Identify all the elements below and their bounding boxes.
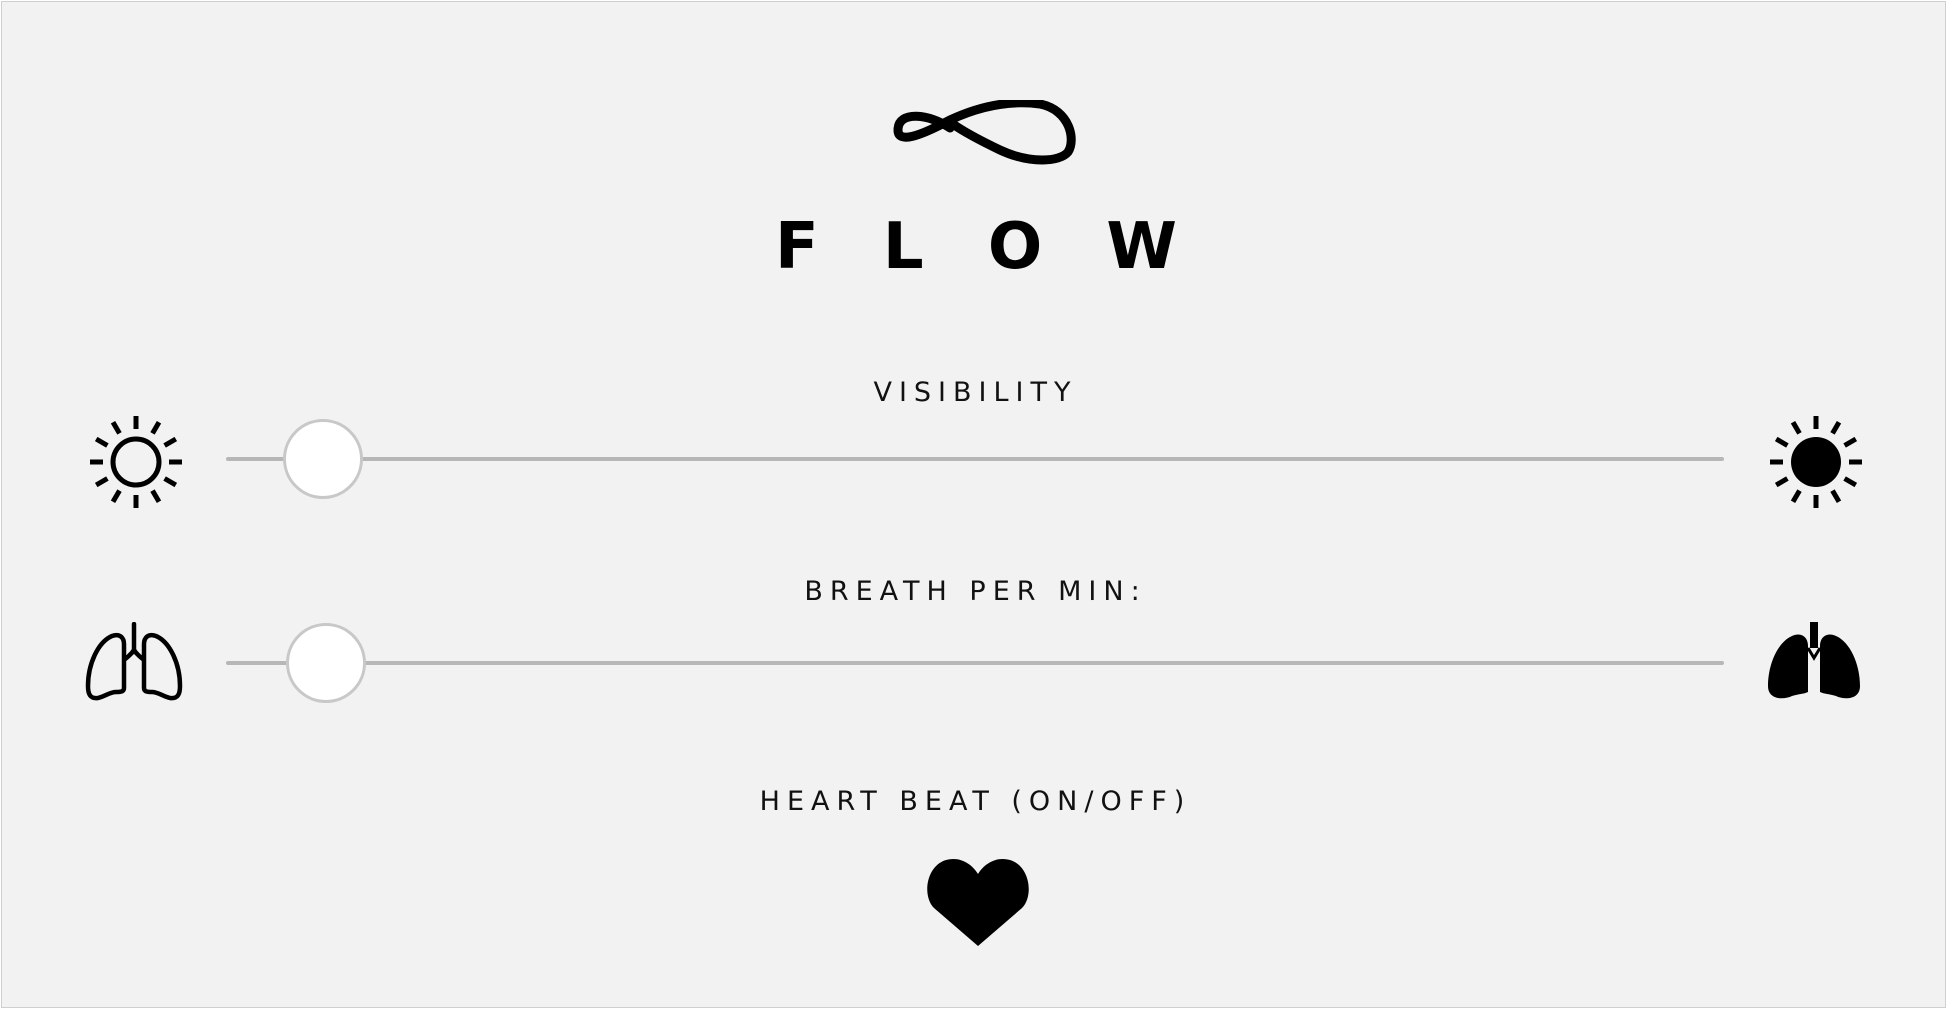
heart-beat-label: HEART BEAT (ON/OFF) [759, 786, 1192, 817]
lungs-filled-icon [1768, 622, 1860, 699]
app-panel: F L O W VISIBILITY BREATH PER MIN: HEART… [1, 1, 1946, 1008]
breath-slider-thumb[interactable] [286, 623, 367, 703]
title-letter: W [1106, 210, 1177, 284]
breath-per-min-label: BREATH PER MIN: [804, 576, 1147, 607]
breath-per-min-slider[interactable] [226, 621, 1724, 705]
app-title: F L O W [775, 212, 1177, 282]
title-letter: O [987, 210, 1043, 284]
heart-filled-icon[interactable] [924, 852, 1032, 948]
visibility-slider-thumb[interactable] [283, 419, 364, 499]
visibility-label: VISIBILITY [873, 377, 1078, 408]
sun-filled-icon [1770, 416, 1862, 508]
infinity-loop-icon [893, 100, 1076, 165]
title-letter: F [775, 210, 819, 284]
lungs-outline-icon [85, 622, 183, 701]
visibility-slider-track[interactable] [226, 457, 1724, 461]
breath-slider-track[interactable] [226, 661, 1724, 665]
sun-outline-icon [90, 416, 182, 508]
title-letter: L [882, 210, 924, 284]
visibility-slider[interactable] [226, 417, 1724, 501]
